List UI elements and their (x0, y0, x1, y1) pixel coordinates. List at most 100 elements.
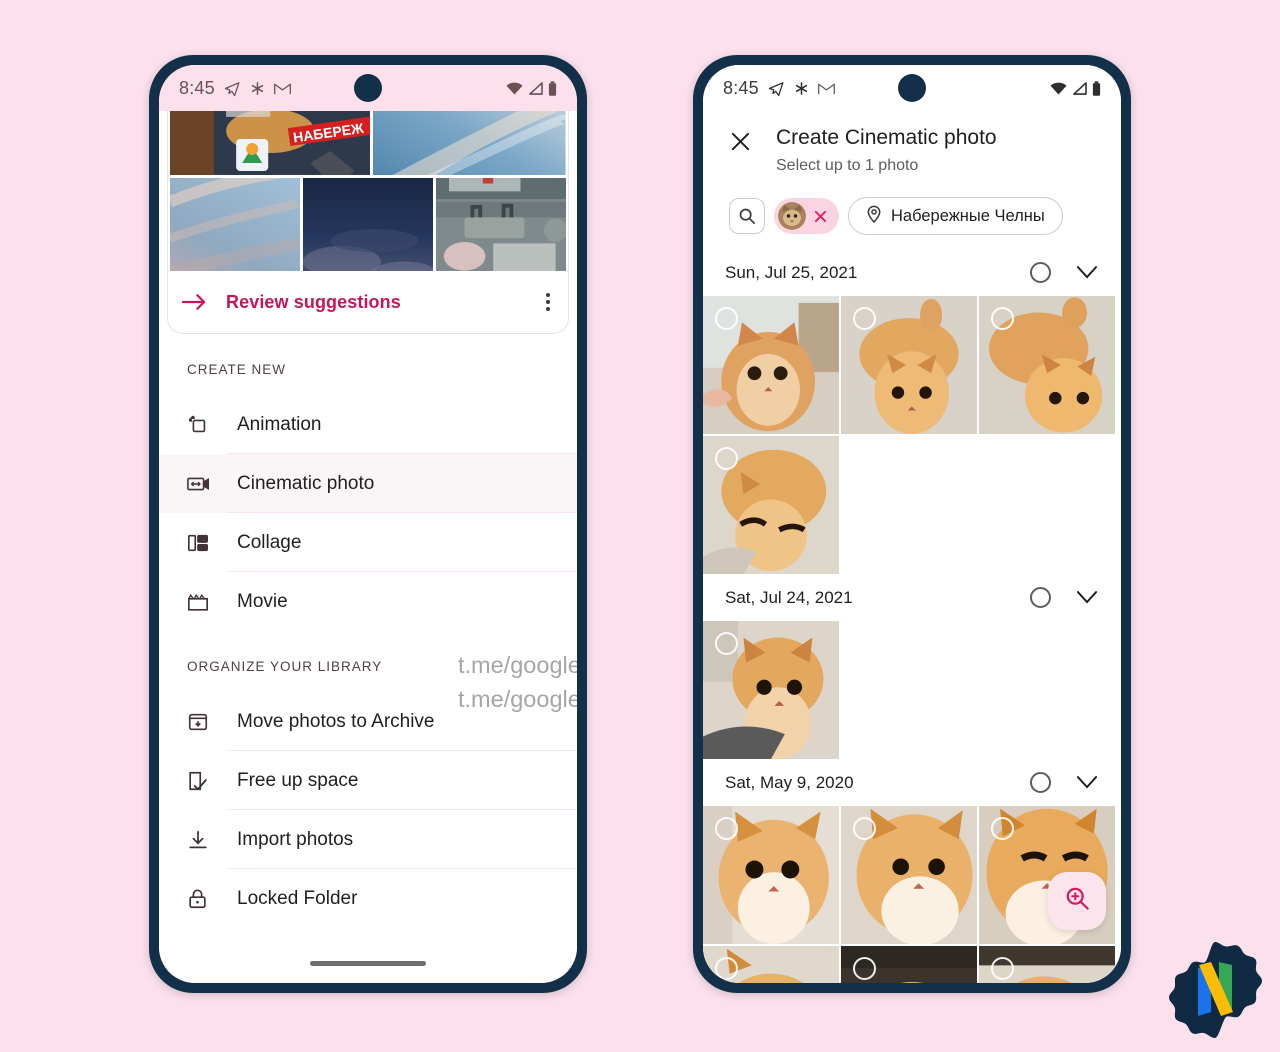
photo-thumbnail[interactable] (703, 436, 839, 574)
date-group-header-1: Sun, Jul 25, 2021 (703, 249, 1121, 296)
photo-select-circle[interactable] (853, 957, 876, 980)
radio-unchecked-icon[interactable] (1030, 262, 1051, 283)
phone-right: 8:45 Create Cinematic photo Select up to… (693, 55, 1131, 993)
location-pin-icon (866, 205, 882, 228)
home-indicator[interactable] (310, 961, 426, 966)
photo-thumbnail[interactable] (841, 946, 977, 983)
page-subtitle: Select up to 1 photo (776, 157, 919, 174)
more-vert-icon[interactable] (546, 293, 550, 311)
date-group-header-3: Sat, May 9, 2020 (703, 759, 1121, 806)
photo-select-circle[interactable] (715, 307, 738, 330)
review-suggestions-label: Review suggestions (226, 291, 401, 312)
suggestion-row-2 (170, 178, 566, 271)
status-bar-left-group: 8:45 (723, 78, 835, 99)
search-icon[interactable] (729, 198, 765, 234)
snowflake-icon (795, 81, 807, 95)
filter-chip-row: Набережные Челны (703, 175, 1121, 235)
menu-item-label: Collage (237, 531, 302, 553)
collage-icon (187, 532, 215, 554)
chevron-down-icon[interactable] (1077, 591, 1097, 604)
photo-thumbnail[interactable] (703, 946, 839, 983)
signal-icon (1073, 81, 1087, 95)
person-filter-chip[interactable] (774, 198, 839, 234)
gmail-icon (817, 83, 835, 94)
status-time: 8:45 (179, 77, 215, 98)
movie-icon (187, 592, 215, 612)
battery-icon (548, 80, 557, 96)
date-group-controls (1030, 262, 1097, 283)
menu-item-cinematic-photo[interactable]: Cinematic photo (159, 454, 577, 513)
photo-thumbnail[interactable] (979, 946, 1115, 983)
snowflake-icon (251, 81, 263, 95)
photo-select-circle[interactable] (715, 817, 738, 840)
phone-right-screen: 8:45 Create Cinematic photo Select up to… (703, 65, 1121, 983)
menu-item-label: Import photos (237, 828, 354, 850)
camera-notch (354, 74, 382, 102)
photo-thumbnail[interactable] (841, 296, 977, 434)
menu-item-free-up-space[interactable]: Free up space (159, 751, 577, 810)
photo-grid-1 (703, 296, 1121, 574)
section-title-organize-library: ORGANIZE YOUR LIBRARY (187, 659, 383, 674)
menu-item-animation[interactable]: Animation (159, 395, 577, 454)
photo-thumbnail[interactable] (703, 621, 839, 759)
animation-icon (187, 414, 215, 436)
chevron-down-icon[interactable] (1077, 266, 1097, 279)
menu-item-movie[interactable]: Movie (159, 572, 577, 631)
phone-left: 8:45 НАБЕРЕЖ Review suggestions CREATE N… (149, 55, 587, 993)
status-bar-left: 8:45 (159, 65, 577, 111)
telegram-icon (768, 81, 784, 96)
archive-icon (187, 711, 215, 733)
photo-select-circle[interactable] (715, 632, 738, 655)
section-title-create-new: CREATE NEW (187, 362, 287, 377)
close-icon[interactable] (813, 209, 828, 224)
place-filter-chip[interactable]: Набережные Челны (848, 197, 1063, 235)
menu-item-label: Cinematic photo (237, 472, 375, 494)
menu-item-import-photos[interactable]: Import photos (159, 810, 577, 869)
status-time: 8:45 (723, 77, 759, 98)
suggestion-photo-sky-clouds-1[interactable] (373, 111, 566, 175)
date-group-header-2: Sat, Jul 24, 2021 (703, 574, 1121, 621)
free-up-space-icon (187, 770, 215, 792)
photo-select-circle[interactable] (991, 817, 1014, 840)
chevron-down-icon[interactable] (1077, 776, 1097, 789)
suggestion-photo-sky-clouds-2[interactable] (170, 178, 300, 271)
photo-select-circle[interactable] (991, 957, 1014, 980)
photo-thumbnail[interactable] (703, 806, 839, 944)
import-icon (187, 829, 215, 851)
suggestion-photo-naberezhnye-banner[interactable]: НАБЕРЕЖ (170, 111, 371, 175)
battery-icon (1092, 80, 1101, 96)
photo-thumbnail[interactable] (703, 296, 839, 434)
photo-select-circle[interactable] (853, 307, 876, 330)
arrow-right-icon (182, 292, 212, 312)
photo-thumbnail[interactable] (841, 806, 977, 944)
review-suggestions-row[interactable]: Review suggestions (168, 271, 568, 333)
date-group-controls (1030, 772, 1097, 793)
photo-select-circle[interactable] (853, 817, 876, 840)
suggestion-photo-night-sky[interactable] (303, 178, 433, 271)
menu-item-move-photos-to-archive[interactable]: Move photos to Archive (159, 692, 577, 751)
place-filter-label: Набережные Челны (891, 206, 1045, 225)
menu-item-label: Move photos to Archive (237, 710, 435, 732)
cinematic-photo-icon (187, 474, 215, 494)
photo-thumbnail[interactable] (979, 296, 1115, 434)
photo-select-circle[interactable] (715, 447, 738, 470)
photo-select-circle[interactable] (991, 307, 1014, 330)
wifi-icon (506, 82, 523, 94)
zoom-in-fab-button[interactable] (1048, 872, 1106, 930)
menu-item-locked-folder[interactable]: Locked Folder (159, 869, 577, 928)
gmail-icon (273, 83, 291, 94)
picker-titles: Create Cinematic photo Select up to 1 ph… (776, 126, 997, 175)
suggestion-photo-grid: НАБЕРЕЖ (168, 111, 568, 271)
radio-unchecked-icon[interactable] (1030, 772, 1051, 793)
radio-unchecked-icon[interactable] (1030, 587, 1051, 608)
status-bar-right: 8:45 (703, 65, 1121, 111)
menu-item-label: Free up space (237, 769, 359, 791)
suggestion-photo-industrial[interactable] (436, 178, 566, 271)
menu-item-label: Locked Folder (237, 887, 358, 909)
close-icon[interactable] (729, 126, 759, 158)
suggestion-row-1: НАБЕРЕЖ (170, 111, 566, 175)
menu-item-collage[interactable]: Collage (159, 513, 577, 572)
telegram-icon (224, 81, 240, 96)
phone-left-screen: 8:45 НАБЕРЕЖ Review suggestions CREATE N… (159, 65, 577, 983)
photo-select-circle[interactable] (715, 957, 738, 980)
